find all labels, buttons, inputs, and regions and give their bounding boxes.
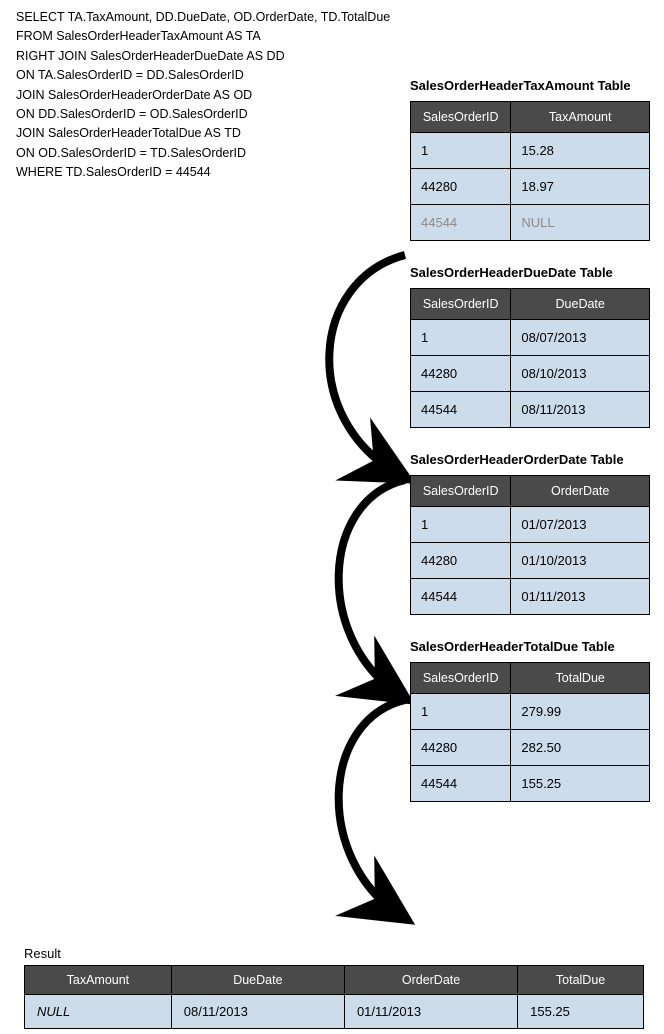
col-header: TaxAmount	[25, 966, 172, 995]
cell: 01/10/2013	[511, 543, 650, 579]
sql-line: JOIN SalesOrderHeaderTotalDue AS TD	[16, 124, 390, 143]
cell: 279.99	[511, 694, 650, 730]
col-header: TotalDue	[518, 966, 644, 995]
cell: NULL	[25, 995, 172, 1029]
cell: 1	[411, 507, 511, 543]
table-header-row: TaxAmount DueDate OrderDate TotalDue	[25, 966, 644, 995]
cell: 08/11/2013	[511, 392, 650, 428]
table-title: SalesOrderHeaderDueDate Table	[410, 265, 650, 280]
table-row: NULL 08/11/2013 01/11/2013 155.25	[25, 995, 644, 1029]
cell: 44544	[411, 766, 511, 802]
col-header: SalesOrderID	[411, 476, 511, 507]
table-row: 44280282.50	[411, 730, 650, 766]
result-table: TaxAmount DueDate OrderDate TotalDue NUL…	[24, 965, 644, 1029]
cell: 01/07/2013	[511, 507, 650, 543]
sql-line: ON OD.SalesOrderID = TD.SalesOrderID	[16, 144, 390, 163]
result-block: Result TaxAmount DueDate OrderDate Total…	[24, 946, 644, 1029]
cell: 18.97	[511, 169, 650, 205]
table-row: 4428008/10/2013	[411, 356, 650, 392]
table-header-row: SalesOrderID OrderDate	[411, 476, 650, 507]
cell: 08/07/2013	[511, 320, 650, 356]
table-title: SalesOrderHeaderOrderDate Table	[410, 452, 650, 467]
sql-line: ON TA.SalesOrderID = DD.SalesOrderID	[16, 66, 390, 85]
cell: 44544	[411, 205, 511, 241]
table-order-date: SalesOrderHeaderOrderDate Table SalesOrd…	[410, 452, 650, 615]
cell: 44544	[411, 579, 511, 615]
table-header-row: SalesOrderID TaxAmount	[411, 102, 650, 133]
table-row: 4428018.97	[411, 169, 650, 205]
cell: 44544	[411, 392, 511, 428]
sql-query: SELECT TA.TaxAmount, DD.DueDate, OD.Orde…	[16, 8, 390, 182]
cell: 44280	[411, 730, 511, 766]
cell: 1	[411, 694, 511, 730]
data-table: SalesOrderID DueDate 108/07/2013 4428008…	[410, 288, 650, 428]
data-table: SalesOrderID OrderDate 101/07/2013 44280…	[410, 475, 650, 615]
sql-line: ON DD.SalesOrderID = OD.SalesOrderID	[16, 105, 390, 124]
table-tax-amount: SalesOrderHeaderTaxAmount Table SalesOrd…	[410, 78, 650, 241]
col-header: TaxAmount	[511, 102, 650, 133]
col-header: SalesOrderID	[411, 289, 511, 320]
sql-line: SELECT TA.TaxAmount, DD.DueDate, OD.Orde…	[16, 8, 390, 27]
table-row: 4454401/11/2013	[411, 579, 650, 615]
cell: 155.25	[511, 766, 650, 802]
data-table: SalesOrderID TaxAmount 115.28 4428018.97…	[410, 101, 650, 241]
sql-line: RIGHT JOIN SalesOrderHeaderDueDate AS DD	[16, 47, 390, 66]
cell: 15.28	[511, 133, 650, 169]
col-header: OrderDate	[344, 966, 517, 995]
sql-line: JOIN SalesOrderHeaderOrderDate AS OD	[16, 86, 390, 105]
table-header-row: SalesOrderID TotalDue	[411, 663, 650, 694]
col-header: DueDate	[511, 289, 650, 320]
col-header: TotalDue	[511, 663, 650, 694]
table-row: 101/07/2013	[411, 507, 650, 543]
source-tables: SalesOrderHeaderTaxAmount Table SalesOrd…	[410, 78, 650, 826]
table-row: 4454408/11/2013	[411, 392, 650, 428]
cell: 1	[411, 133, 511, 169]
cell: 155.25	[518, 995, 644, 1029]
sql-line: WHERE TD.SalesOrderID = 44544	[16, 163, 390, 182]
table-row: 44544155.25	[411, 766, 650, 802]
result-title: Result	[24, 946, 644, 961]
cell: 282.50	[511, 730, 650, 766]
table-row: 44544NULL	[411, 205, 650, 241]
table-total-due: SalesOrderHeaderTotalDue Table SalesOrde…	[410, 639, 650, 802]
col-header: OrderDate	[511, 476, 650, 507]
col-header: SalesOrderID	[411, 102, 511, 133]
data-table: SalesOrderID TotalDue 1279.99 44280282.5…	[410, 662, 650, 802]
sql-line: FROM SalesOrderHeaderTaxAmount AS TA	[16, 27, 390, 46]
table-title: SalesOrderHeaderTaxAmount Table	[410, 78, 650, 93]
cell: 44280	[411, 169, 511, 205]
table-due-date: SalesOrderHeaderDueDate Table SalesOrder…	[410, 265, 650, 428]
cell: 1	[411, 320, 511, 356]
table-title: SalesOrderHeaderTotalDue Table	[410, 639, 650, 654]
cell: 08/11/2013	[171, 995, 344, 1029]
cell: 44280	[411, 543, 511, 579]
table-row: 115.28	[411, 133, 650, 169]
cell: 01/11/2013	[511, 579, 650, 615]
col-header: SalesOrderID	[411, 663, 511, 694]
table-header-row: SalesOrderID DueDate	[411, 289, 650, 320]
cell: 44280	[411, 356, 511, 392]
table-row: 4428001/10/2013	[411, 543, 650, 579]
cell: NULL	[511, 205, 650, 241]
cell: 08/10/2013	[511, 356, 650, 392]
col-header: DueDate	[171, 966, 344, 995]
table-row: 1279.99	[411, 694, 650, 730]
cell: 01/11/2013	[344, 995, 517, 1029]
table-row: 108/07/2013	[411, 320, 650, 356]
